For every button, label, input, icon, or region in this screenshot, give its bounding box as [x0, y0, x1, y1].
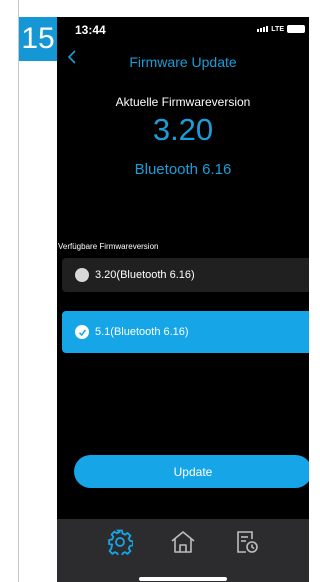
step-badge: 15: [19, 17, 57, 61]
home-indicator: [139, 577, 227, 581]
current-bluetooth-version: Bluetooth 6.16: [134, 161, 232, 178]
status-indicators: LTE: [257, 25, 305, 33]
available-firmware-label: Verfügbare Firmwareversion: [58, 242, 159, 251]
tab-home[interactable]: [170, 529, 196, 560]
phone-screen: 13:44 LTE Firmware Update Aktuelle Firmw…: [57, 17, 309, 582]
tab-settings[interactable]: [107, 529, 134, 560]
network-label: LTE: [271, 25, 284, 33]
current-firmware-version: 3.20: [152, 112, 214, 147]
status-time: 13:44: [75, 23, 106, 37]
page-title: Firmware Update: [129, 54, 237, 70]
history-log-icon: [237, 531, 258, 553]
frame-border: [18, 0, 19, 582]
firmware-option-label: 5.1(Bluetooth 6.16): [95, 326, 189, 338]
radio-checked-icon: [75, 325, 89, 339]
tab-bar: [57, 519, 309, 582]
signal-icon: [257, 26, 269, 32]
tab-history[interactable]: [234, 529, 260, 560]
firmware-option-1[interactable]: 3.20(Bluetooth 6.16): [62, 258, 309, 292]
home-icon: [171, 531, 195, 553]
update-button[interactable]: Update: [74, 455, 309, 488]
gear-icon: [108, 529, 134, 558]
firmware-option-2[interactable]: 5.1(Bluetooth 6.16): [62, 311, 309, 353]
current-firmware-label: Aktuelle Firmwareversion: [115, 95, 251, 109]
radio-unchecked-icon: [75, 268, 89, 282]
battery-icon: [287, 25, 305, 33]
checkmark-icon: [78, 329, 86, 336]
firmware-option-label: 3.20(Bluetooth 6.16): [95, 269, 195, 281]
